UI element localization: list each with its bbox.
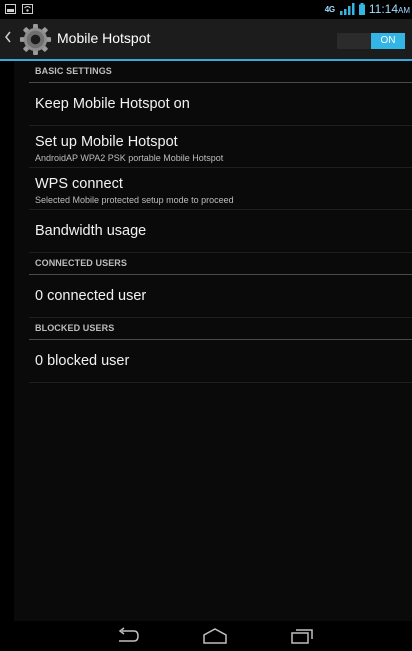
navigation-bar xyxy=(0,621,412,651)
section-blocked-users: BLOCKED USERS xyxy=(29,318,412,340)
clock: 11:14AM xyxy=(369,2,410,16)
home-icon[interactable] xyxy=(202,627,228,645)
setup-hotspot-title: Set up Mobile Hotspot xyxy=(35,134,178,150)
toggle-on-label: ON xyxy=(371,33,405,49)
status-bar: 4G 11:14AM xyxy=(0,0,412,19)
settings-gear-icon[interactable] xyxy=(19,23,52,56)
action-bar: Mobile Hotspot ON xyxy=(0,19,412,61)
settings-list: BASIC SETTINGS Keep Mobile Hotspot on Se… xyxy=(29,61,412,383)
section-connected-users: CONNECTED USERS xyxy=(29,253,412,275)
status-icons: 4G 11:14AM xyxy=(325,2,410,16)
back-caret-icon[interactable] xyxy=(4,31,12,43)
signal-strength-icon xyxy=(339,3,355,15)
hotspot-notification-icon xyxy=(22,4,33,14)
settings-content: BASIC SETTINGS Keep Mobile Hotspot on Se… xyxy=(14,61,412,621)
screenshot-notification-icon xyxy=(5,4,16,14)
keep-hotspot-on-label: Keep Mobile Hotspot on xyxy=(35,96,190,112)
notification-icons xyxy=(5,4,33,14)
bandwidth-usage-item[interactable]: Bandwidth usage xyxy=(29,210,412,253)
setup-hotspot-item[interactable]: Set up Mobile Hotspot AndroidAP WPA2 PSK… xyxy=(29,126,412,168)
setup-hotspot-summary: AndroidAP WPA2 PSK portable Mobile Hotsp… xyxy=(35,153,224,163)
clock-time: 11:14 xyxy=(368,2,398,16)
network-type-label: 4G xyxy=(324,4,335,14)
blocked-users-label: 0 blocked user xyxy=(35,353,130,369)
battery-icon xyxy=(358,3,365,15)
page-title: Mobile Hotspot xyxy=(57,30,151,46)
connected-users-item[interactable]: 0 connected user xyxy=(29,275,412,318)
back-icon[interactable] xyxy=(116,627,140,645)
hotspot-toggle[interactable]: ON xyxy=(337,33,405,49)
keep-hotspot-on-item[interactable]: Keep Mobile Hotspot on xyxy=(29,83,412,126)
blocked-users-item[interactable]: 0 blocked user xyxy=(29,340,412,383)
wps-connect-summary: Selected Mobile protected setup mode to … xyxy=(35,195,234,205)
section-basic-settings: BASIC SETTINGS xyxy=(29,61,412,83)
wps-connect-item[interactable]: WPS connect Selected Mobile protected se… xyxy=(29,168,412,210)
clock-ampm: AM xyxy=(398,6,410,15)
bandwidth-usage-label: Bandwidth usage xyxy=(35,223,147,239)
wps-connect-title: WPS connect xyxy=(35,176,123,192)
connected-users-label: 0 connected user xyxy=(35,288,147,304)
recent-apps-icon[interactable] xyxy=(290,627,316,645)
